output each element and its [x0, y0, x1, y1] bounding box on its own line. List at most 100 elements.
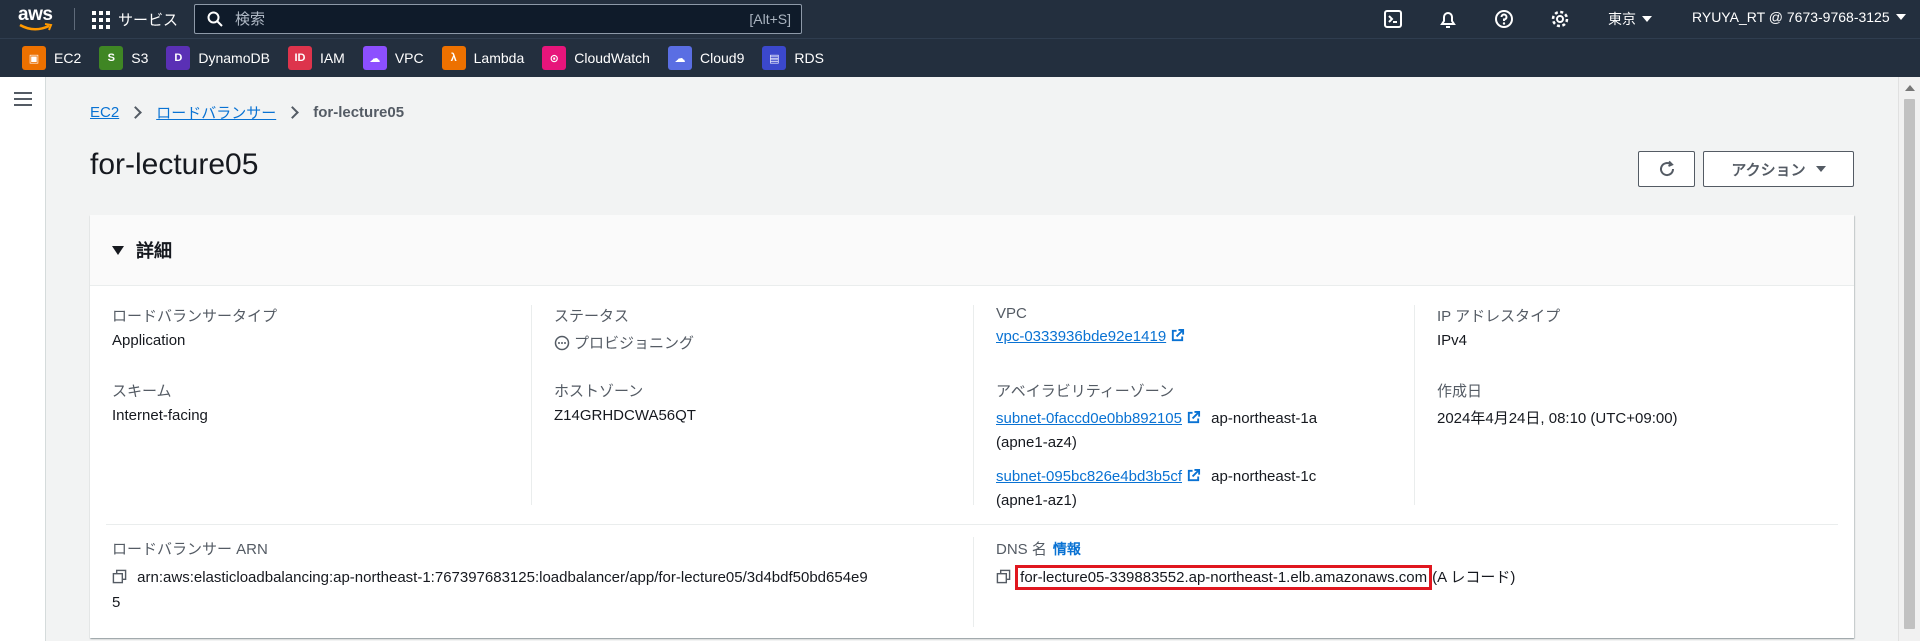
favorite-cloudwatch[interactable]: ⊙ CloudWatch — [542, 46, 650, 70]
external-link-icon[interactable] — [1186, 410, 1201, 425]
side-navigation-collapsed — [0, 77, 46, 641]
notifications-icon[interactable] — [1438, 9, 1458, 29]
az-field: アベイラビリティーゾーン subnet-0faccd0e0bb892105 ap… — [996, 380, 1396, 513]
scrollbar-thumb[interactable] — [1904, 99, 1915, 629]
account-label: RYUYA_RT @ 7673-9768-3125 — [1692, 9, 1890, 25]
top-navigation: aws サービス [Alt+S] 東京 — [0, 0, 1920, 38]
actions-label: アクション — [1731, 161, 1806, 179]
vpc-field: VPC vpc-0333936bde92e1419 — [996, 305, 1185, 345]
page-title: for-lecture05 — [90, 148, 259, 181]
breadcrumb-ec2[interactable]: EC2 — [90, 104, 119, 121]
expanded-caret-icon — [112, 245, 124, 255]
hosted-zone-value: Z14GRHDCWA56QT — [554, 407, 696, 424]
rds-icon: ▤ — [762, 46, 787, 70]
favorite-s3[interactable]: S S3 — [99, 46, 148, 70]
column-divider — [1414, 305, 1415, 505]
scheme-value: Internet-facing — [112, 407, 208, 424]
column-divider — [973, 537, 974, 627]
dns-record-suffix: (A レコード) — [1432, 569, 1516, 586]
az-zone: ap-northeast-1a — [1211, 410, 1318, 427]
caret-down-icon — [1815, 166, 1826, 172]
favorite-lambda[interactable]: λ Lambda — [441, 46, 525, 70]
vertical-scrollbar[interactable] — [1898, 77, 1920, 641]
vpc-icon: ☁ — [362, 46, 387, 70]
scheme-field: スキーム Internet-facing — [112, 380, 208, 424]
aws-logo-text: aws — [18, 4, 53, 25]
status-field: ステータス プロビジョニング — [554, 305, 694, 353]
chevron-down-icon — [1895, 14, 1906, 20]
column-divider — [531, 305, 532, 505]
created-label: 作成日 — [1437, 383, 1483, 400]
help-icon[interactable] — [1494, 9, 1514, 29]
scroll-up-icon[interactable] — [1905, 85, 1915, 91]
hosted-zone-field: ホストゾーン Z14GRHDCWA56QT — [554, 380, 696, 424]
favorite-label: DynamoDB — [198, 50, 270, 66]
services-grid-icon — [92, 10, 110, 29]
ip-type-label: IP アドレスタイプ — [1437, 308, 1561, 325]
aws-logo[interactable]: aws — [18, 4, 58, 34]
favorite-label: Cloud9 — [699, 50, 745, 66]
lb-type-field: ロードバランサータイプ Application — [112, 305, 277, 349]
vpc-link[interactable]: vpc-0333936bde92e1419 — [996, 328, 1166, 345]
breadcrumb-current: for-lecture05 — [313, 104, 405, 121]
actions-dropdown-button[interactable]: アクション — [1703, 151, 1854, 187]
created-field: 作成日 2024年4月24日, 08:10 (UTC+09:00) — [1437, 380, 1678, 428]
arn-field: ロードバランサー ARN arn:aws:elasticloadbalancin… — [112, 538, 962, 615]
copy-icon[interactable] — [112, 569, 127, 584]
favorite-cloud9[interactable]: ☁ Cloud9 — [667, 46, 745, 70]
favorite-label: IAM — [319, 50, 345, 66]
breadcrumb: EC2 ロードバランサー for-lecture05 — [90, 102, 404, 123]
subnet-link[interactable]: subnet-0faccd0e0bb892105 — [996, 410, 1182, 427]
breadcrumb-load-balancers[interactable]: ロードバランサー — [156, 102, 276, 123]
created-value: 2024年4月24日, 08:10 (UTC+09:00) — [1437, 410, 1678, 427]
ip-type-value: IPv4 — [1437, 332, 1468, 349]
dns-name-highlight: for-lecture05-339883552.ap-northeast-1.e… — [1015, 565, 1433, 590]
favorite-dynamodb[interactable]: D DynamoDB — [166, 46, 270, 70]
hosted-zone-label: ホストゾーン — [554, 383, 644, 400]
region-label: 東京 — [1608, 11, 1636, 27]
status-label: ステータス — [554, 308, 630, 325]
dns-label-wrap: DNS 名情報 — [996, 538, 1836, 559]
az-entry: subnet-0faccd0e0bb892105 ap-northeast-1a… — [996, 407, 1396, 455]
chevron-right-icon — [286, 106, 300, 119]
dns-field: DNS 名情報 for-lecture05-339883552.ap-north… — [996, 538, 1836, 590]
favorite-vpc[interactable]: ☁ VPC — [362, 46, 424, 70]
services-menu-button[interactable]: サービス — [92, 9, 178, 30]
cloudshell-icon[interactable] — [1383, 9, 1403, 29]
cloud9-icon: ☁ — [667, 46, 692, 70]
refresh-button[interactable] — [1638, 151, 1695, 187]
copy-icon[interactable] — [996, 569, 1011, 584]
s3-icon: S — [99, 46, 124, 70]
settings-icon[interactable] — [1550, 9, 1570, 29]
account-menu[interactable]: RYUYA_RT @ 7673-9768-3125 — [1692, 9, 1906, 25]
favorite-iam[interactable]: ID IAM — [287, 46, 345, 70]
subnet-link[interactable]: subnet-095bc826e4bd3b5cf — [996, 468, 1182, 485]
lb-type-value: Application — [112, 332, 186, 349]
favorite-label: VPC — [394, 50, 424, 66]
chevron-right-icon — [129, 106, 143, 119]
pending-icon — [554, 335, 570, 351]
search-box[interactable]: [Alt+S] — [194, 4, 802, 34]
lb-type-label: ロードバランサータイプ — [112, 308, 278, 325]
external-link-icon[interactable] — [1170, 328, 1185, 343]
arn-value-wrap: arn:aws:elasticloadbalancing:ap-northeas… — [112, 565, 962, 615]
details-header[interactable]: 詳細 — [90, 215, 1854, 286]
arn-label: ロードバランサー ARN — [112, 541, 268, 558]
favorite-ec2[interactable]: ▣ EC2 — [22, 46, 81, 70]
az-entry: subnet-095bc826e4bd3b5cf ap-northeast-1c… — [996, 465, 1396, 513]
menu-icon[interactable] — [14, 92, 32, 106]
chevron-down-icon — [1642, 16, 1652, 22]
az-zone-id: (apne1-az1) — [996, 492, 1077, 509]
status-value: プロビジョニング — [574, 335, 695, 352]
favorite-label: Lambda — [473, 50, 525, 66]
region-selector[interactable]: 東京 — [1608, 9, 1652, 29]
external-link-icon[interactable] — [1186, 468, 1201, 483]
dns-value[interactable]: for-lecture05-339883552.ap-northeast-1.e… — [1020, 569, 1427, 586]
search-input[interactable] — [235, 10, 715, 28]
dns-info-link[interactable]: 情報 — [1053, 541, 1081, 557]
favorite-label: S3 — [131, 50, 149, 66]
favorite-rds[interactable]: ▤ RDS — [762, 46, 824, 70]
details-panel: 詳細 ロードバランサータイプ Application スキーム Internet… — [90, 215, 1854, 638]
arn-value: arn:aws:elasticloadbalancing:ap-northeas… — [137, 569, 868, 586]
dns-label: DNS 名 — [996, 541, 1047, 558]
